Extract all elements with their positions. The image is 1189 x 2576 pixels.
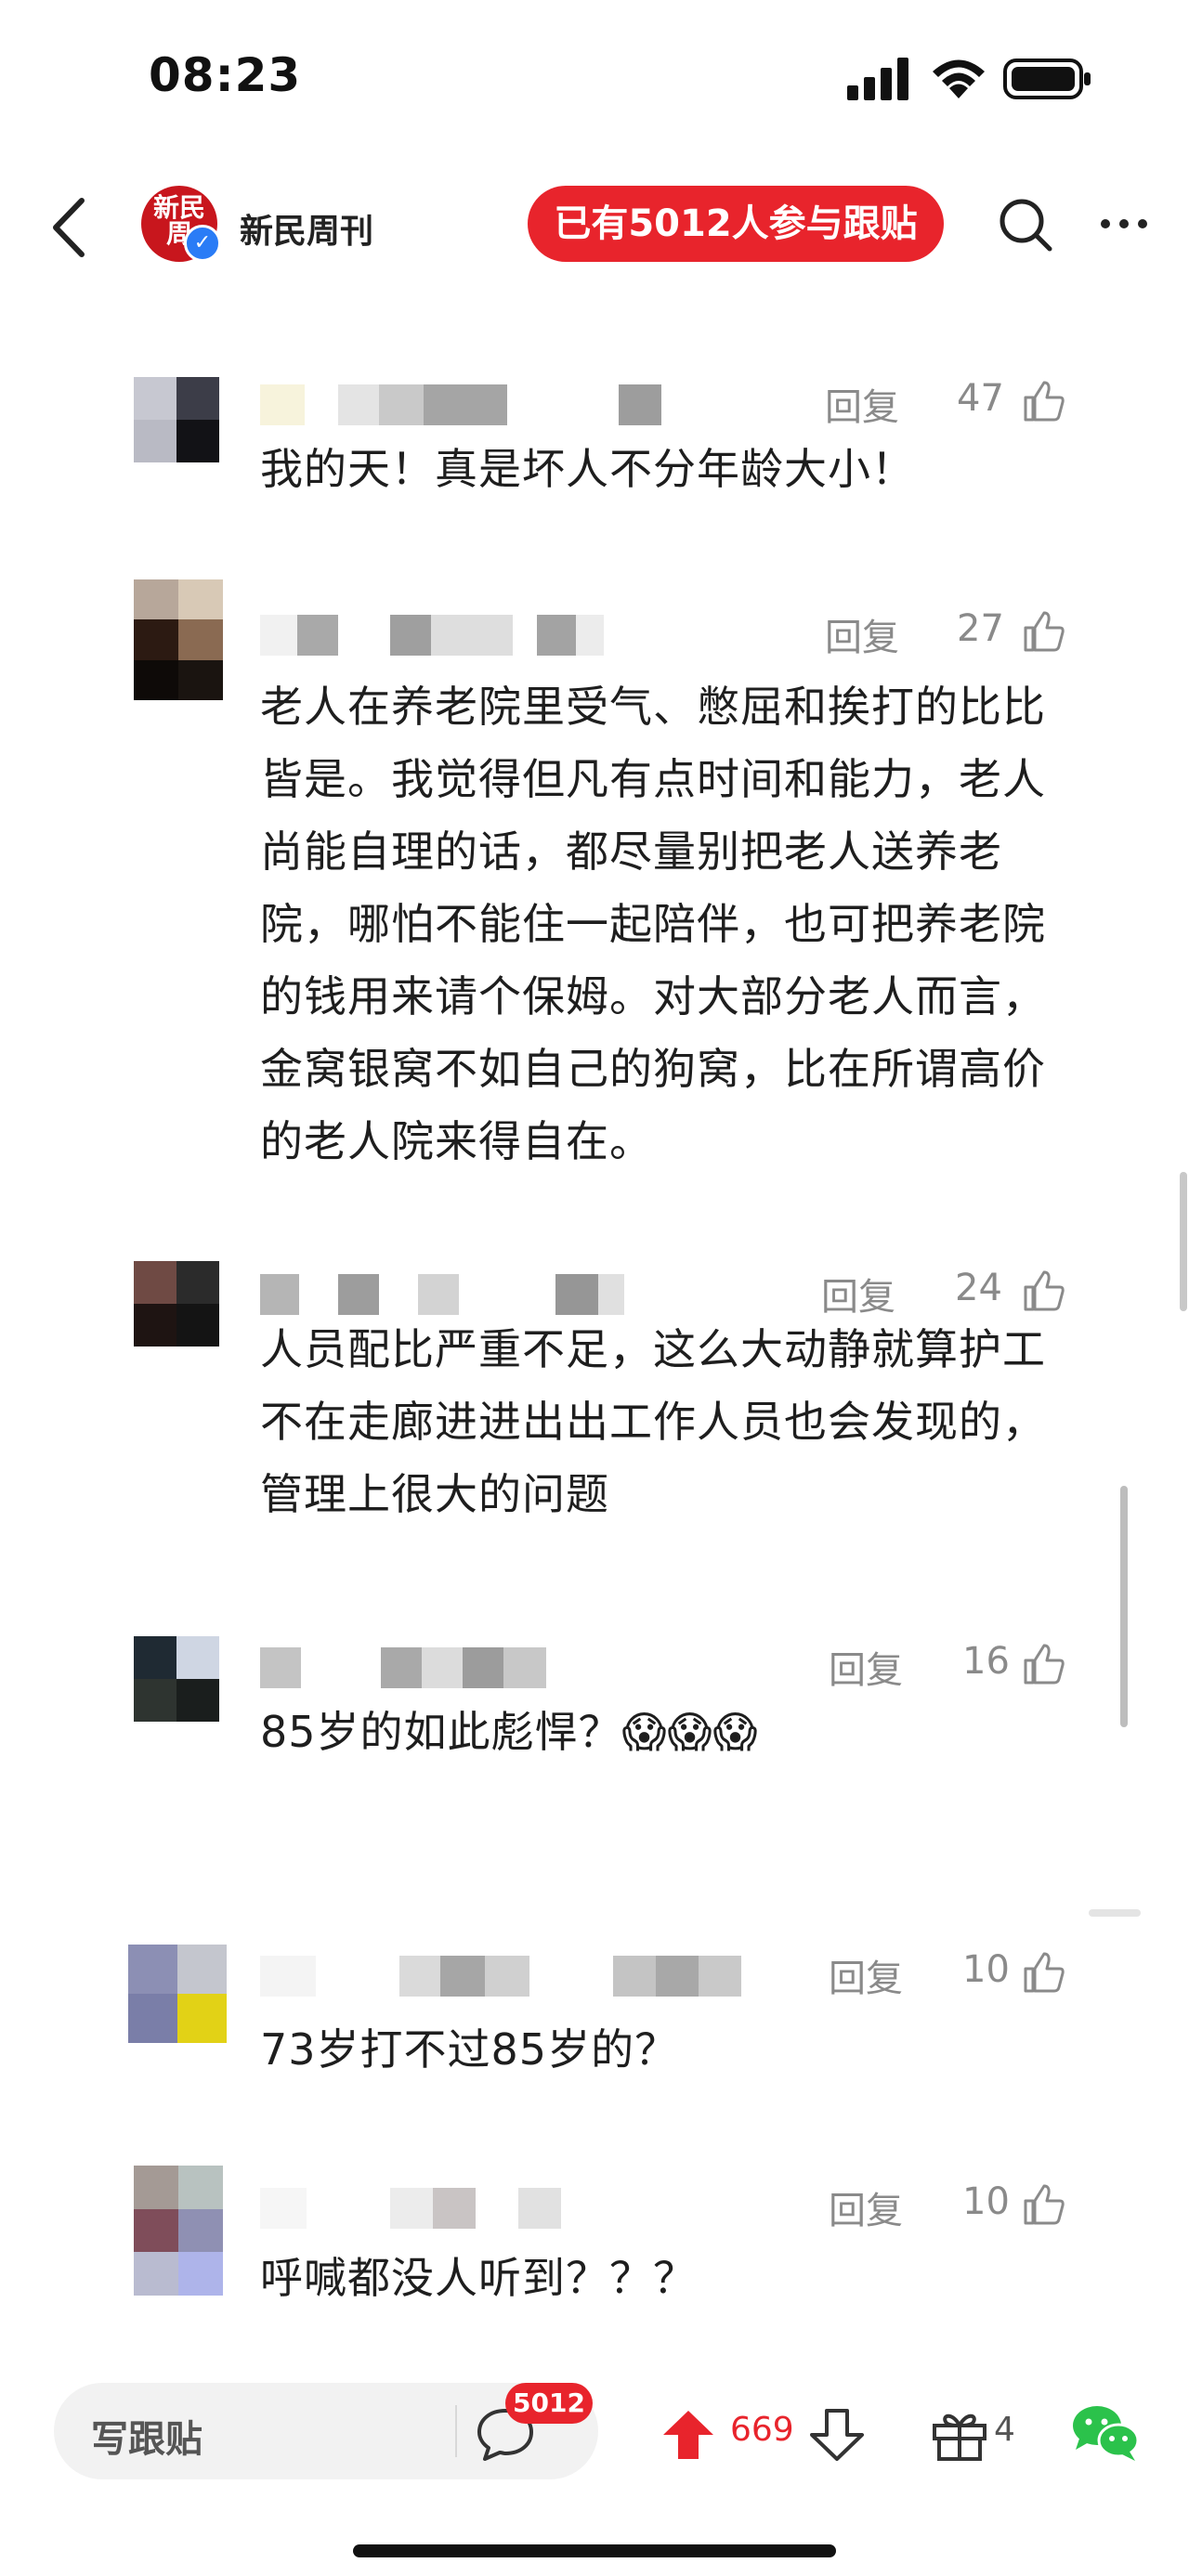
nav-bar: 新民周 ✓ 新民周刊 已有5012人参与跟贴 — [0, 167, 1189, 288]
like-icon[interactable] — [1022, 379, 1066, 423]
like-icon[interactable] — [1022, 1268, 1066, 1313]
reply-button[interactable]: 回复 — [825, 377, 899, 431]
like-count: 27 — [957, 607, 1004, 650]
like-count: 10 — [962, 1948, 1010, 1991]
scrollbar-thumb-secondary[interactable] — [1120, 1486, 1128, 1727]
gift-count: 4 — [994, 2411, 1015, 2449]
avatar[interactable] — [134, 377, 219, 462]
downvote-icon[interactable] — [810, 2407, 864, 2463]
username-blurred[interactable] — [260, 2188, 561, 2229]
upvote-count: 669 — [730, 2411, 794, 2449]
back-icon[interactable] — [46, 195, 93, 260]
account-name[interactable]: 新民周刊 — [240, 204, 373, 253]
more-icon[interactable] — [1096, 201, 1152, 247]
status-bar: 08:23 — [0, 0, 1189, 158]
comment-text: 85岁的如此彪悍？😱😱😱 — [260, 1707, 759, 1757]
comment-text: 老人在养老院里受气、憋屈和挨打的比比皆是。我觉得但凡有点时间和能力，老人尚能自理… — [260, 682, 1046, 1166]
like-icon[interactable] — [1022, 1950, 1066, 1995]
like-count: 16 — [962, 1640, 1010, 1683]
verified-icon: ✓ — [184, 225, 221, 262]
username-blurred[interactable] — [260, 615, 604, 656]
divider — [455, 2405, 457, 2457]
like-icon[interactable] — [1022, 609, 1066, 654]
comment-text: 呼喊都没人听到？？？ — [260, 2253, 697, 2303]
upvote-icon[interactable] — [661, 2407, 715, 2463]
battery-icon — [1003, 59, 1091, 99]
comment-text: 73岁打不过85岁的？ — [260, 2024, 679, 2075]
home-indicator[interactable] — [353, 2544, 836, 2557]
avatar[interactable] — [128, 1945, 227, 2043]
reply-button[interactable]: 回复 — [825, 607, 899, 661]
write-comment-placeholder[interactable]: 写跟贴 — [91, 2409, 203, 2463]
username-blurred[interactable] — [260, 1647, 546, 1688]
comment-text: 我的天！真是坏人不分年龄大小！ — [260, 444, 915, 494]
comment-text: 人员配比严重不足，这么大动静就算护工不在走廊进进出出工作人员也会发现的，管理上很… — [260, 1324, 1046, 1519]
username-blurred[interactable] — [260, 384, 661, 425]
reply-button[interactable]: 回复 — [829, 1640, 903, 1694]
participation-pill[interactable]: 已有5012人参与跟贴 — [528, 186, 944, 262]
signal-icon — [847, 58, 908, 100]
like-count: 24 — [955, 1267, 1002, 1309]
wifi-icon — [933, 59, 985, 98]
like-icon[interactable] — [1022, 1642, 1066, 1686]
like-count: 10 — [962, 2180, 1010, 2223]
avatar[interactable] — [134, 2166, 223, 2296]
divider — [1089, 1909, 1141, 1917]
username-blurred[interactable] — [260, 1956, 741, 1997]
scrollbar-thumb[interactable] — [1180, 1172, 1187, 1311]
wechat-icon[interactable] — [1070, 2401, 1141, 2463]
username-blurred[interactable] — [260, 1274, 624, 1315]
gift-icon[interactable] — [931, 2405, 988, 2463]
search-icon[interactable] — [996, 195, 1055, 254]
avatar[interactable] — [134, 1636, 219, 1722]
reply-button[interactable]: 回复 — [829, 1948, 903, 2002]
comment-count-badge: 5012 — [505, 2383, 593, 2424]
status-time: 08:23 — [149, 48, 302, 102]
like-icon[interactable] — [1022, 2182, 1066, 2227]
reply-button[interactable]: 回复 — [829, 2180, 903, 2234]
like-count: 47 — [957, 377, 1004, 420]
bottom-action-bar: 写跟贴 5012 669 4 — [0, 2374, 1189, 2494]
avatar[interactable] — [134, 1261, 219, 1347]
avatar[interactable] — [134, 579, 223, 700]
